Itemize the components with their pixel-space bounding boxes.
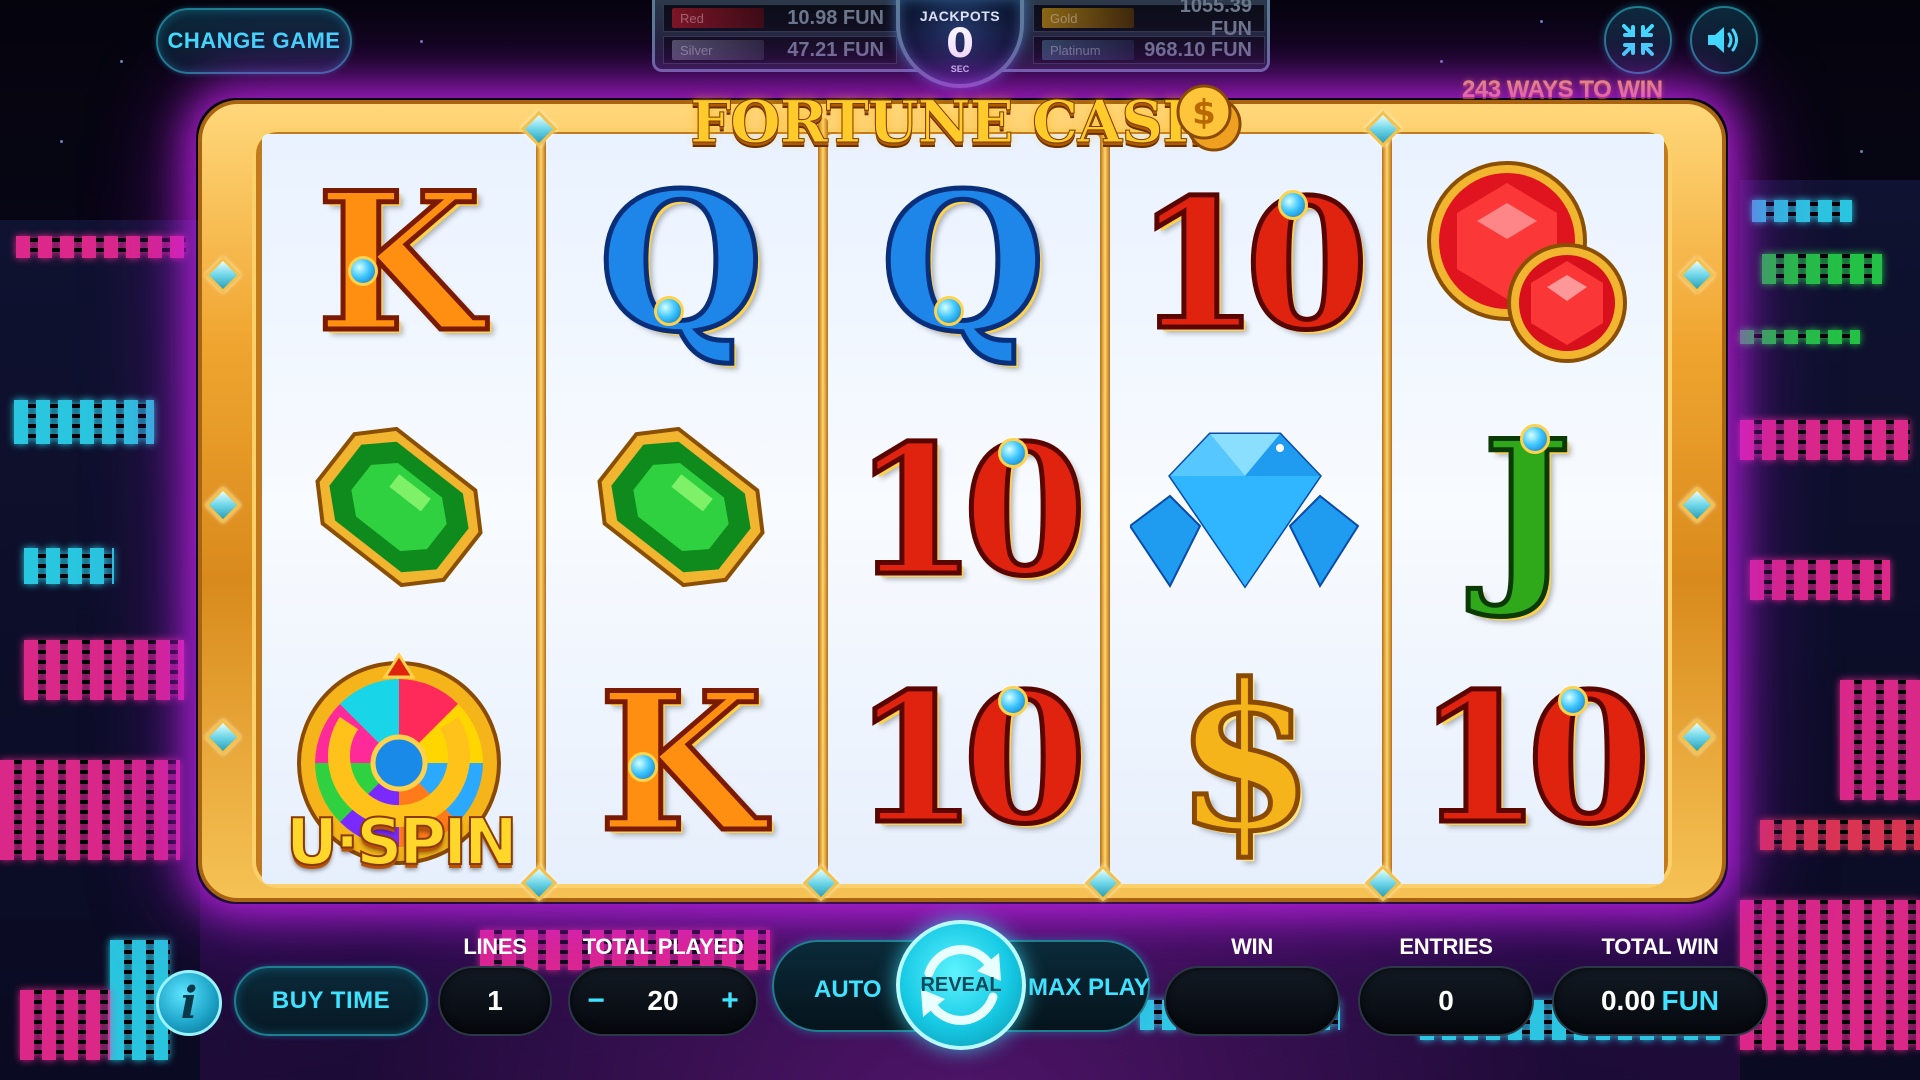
- increase-button[interactable]: +: [708, 984, 752, 1018]
- symbol-k-letter: K: [596, 651, 766, 874]
- decrease-button[interactable]: −: [574, 984, 618, 1018]
- svg-text:$: $: [1192, 93, 1216, 133]
- emerald-icon: [597, 426, 765, 588]
- symbol-q: Q: [826, 140, 1100, 386]
- jackpot-gold-name: Gold: [1042, 8, 1134, 28]
- max-play-button[interactable]: MAX PLAY: [1028, 974, 1150, 1002]
- jackpot-silver-name: Silver: [672, 40, 764, 60]
- diamond-icon: [1130, 432, 1360, 589]
- entries-label: ENTRIES: [1399, 934, 1493, 959]
- jewel-icon: [998, 438, 1028, 468]
- total-played-label: TOTAL PLAYED: [582, 934, 744, 959]
- total-win-unit: FUN: [1661, 985, 1720, 1016]
- info-icon: i: [180, 977, 198, 1029]
- jackpot-timer-value: 0: [946, 21, 974, 67]
- symbol-q-letter: Q: [596, 151, 767, 374]
- jackpot-red-value: 10.98 FUN: [787, 6, 884, 29]
- total-win-value: 0.00: [1600, 985, 1656, 1016]
- jackpot-gold: Gold 1055.39 FUN: [1033, 0, 1265, 40]
- symbol-q-letter: Q: [878, 151, 1049, 374]
- symbol-10: 10: [826, 636, 1100, 882]
- jackpot-gold-value: 1055.39 FUN: [1179, 0, 1252, 40]
- info-button[interactable]: i: [156, 970, 222, 1036]
- jackpot-red: Red 10.98 FUN: [663, 4, 897, 32]
- symbol-emerald: [544, 384, 818, 630]
- jewel-icon: [628, 752, 658, 782]
- symbol-diamond: [1108, 388, 1382, 634]
- jewel-icon: [1558, 686, 1588, 716]
- jackpot-timer-unit: SEC: [950, 64, 970, 74]
- sound-button[interactable]: [1690, 6, 1758, 74]
- auto-button[interactable]: AUTO: [814, 976, 882, 1004]
- symbol-k: K: [262, 140, 536, 386]
- jewel-icon: [1278, 190, 1308, 220]
- jewel-icon: [654, 296, 684, 326]
- ruby-icon: [1427, 161, 1627, 363]
- entries-value: 0: [1438, 985, 1454, 1016]
- jackpot-red-name: Red: [672, 8, 764, 28]
- symbol-10: 10: [1108, 142, 1382, 388]
- symbol-dollar-text: $: [1173, 641, 1317, 876]
- symbol-10-text: 10: [1415, 654, 1654, 863]
- symbol-10-text: 10: [851, 654, 1090, 863]
- emerald-icon: [315, 426, 483, 588]
- symbol-dollar: $: [1108, 636, 1382, 882]
- lines-field: 1: [438, 966, 552, 1036]
- jewel-icon: [934, 296, 964, 326]
- jackpot-silver: Silver 47.21 FUN: [663, 36, 897, 64]
- win-label: WIN: [1231, 934, 1273, 959]
- jewel-icon: [1520, 424, 1550, 454]
- symbol-k-letter: K: [314, 151, 484, 374]
- compress-icon: [1622, 24, 1654, 56]
- u-spin-label: U·SPIN: [285, 805, 519, 881]
- win-field: [1164, 966, 1340, 1036]
- lines-value: 1: [487, 985, 503, 1016]
- jewel-icon: [998, 686, 1028, 716]
- jackpot-platinum-value: 968.10 FUN: [1144, 38, 1252, 61]
- symbol-10-text: 10: [1133, 160, 1372, 369]
- symbol-k: K: [544, 640, 818, 886]
- fullscreen-button[interactable]: [1604, 6, 1672, 74]
- symbol-q: Q: [544, 140, 818, 386]
- symbol-10-text: 10: [851, 406, 1090, 615]
- total-win-field: 0.00 FUN: [1552, 966, 1768, 1036]
- total-played-value: 20: [647, 985, 679, 1016]
- total-win-label: TOTAL WIN: [1601, 934, 1719, 959]
- symbol-ruby: [1390, 140, 1664, 386]
- symbol-10: 10: [1390, 636, 1664, 882]
- buy-time-button[interactable]: BUY TIME: [234, 966, 428, 1036]
- change-game-button[interactable]: CHANGE GAME: [156, 8, 352, 74]
- jackpot-platinum-name: Platinum: [1042, 40, 1134, 60]
- jackpot-platinum: Platinum 968.10 FUN: [1033, 36, 1265, 64]
- lines-label: LINES: [463, 934, 527, 959]
- speaker-icon: [1708, 27, 1738, 53]
- reveal-label: REVEAL: [920, 974, 1002, 996]
- total-played-stepper: − 20 +: [568, 966, 758, 1036]
- jackpot-silver-value: 47.21 FUN: [787, 38, 884, 61]
- jewel-icon: [348, 256, 378, 286]
- entries-field: 0: [1358, 966, 1534, 1036]
- symbol-emerald: [262, 384, 536, 630]
- symbol-10: 10: [826, 388, 1100, 634]
